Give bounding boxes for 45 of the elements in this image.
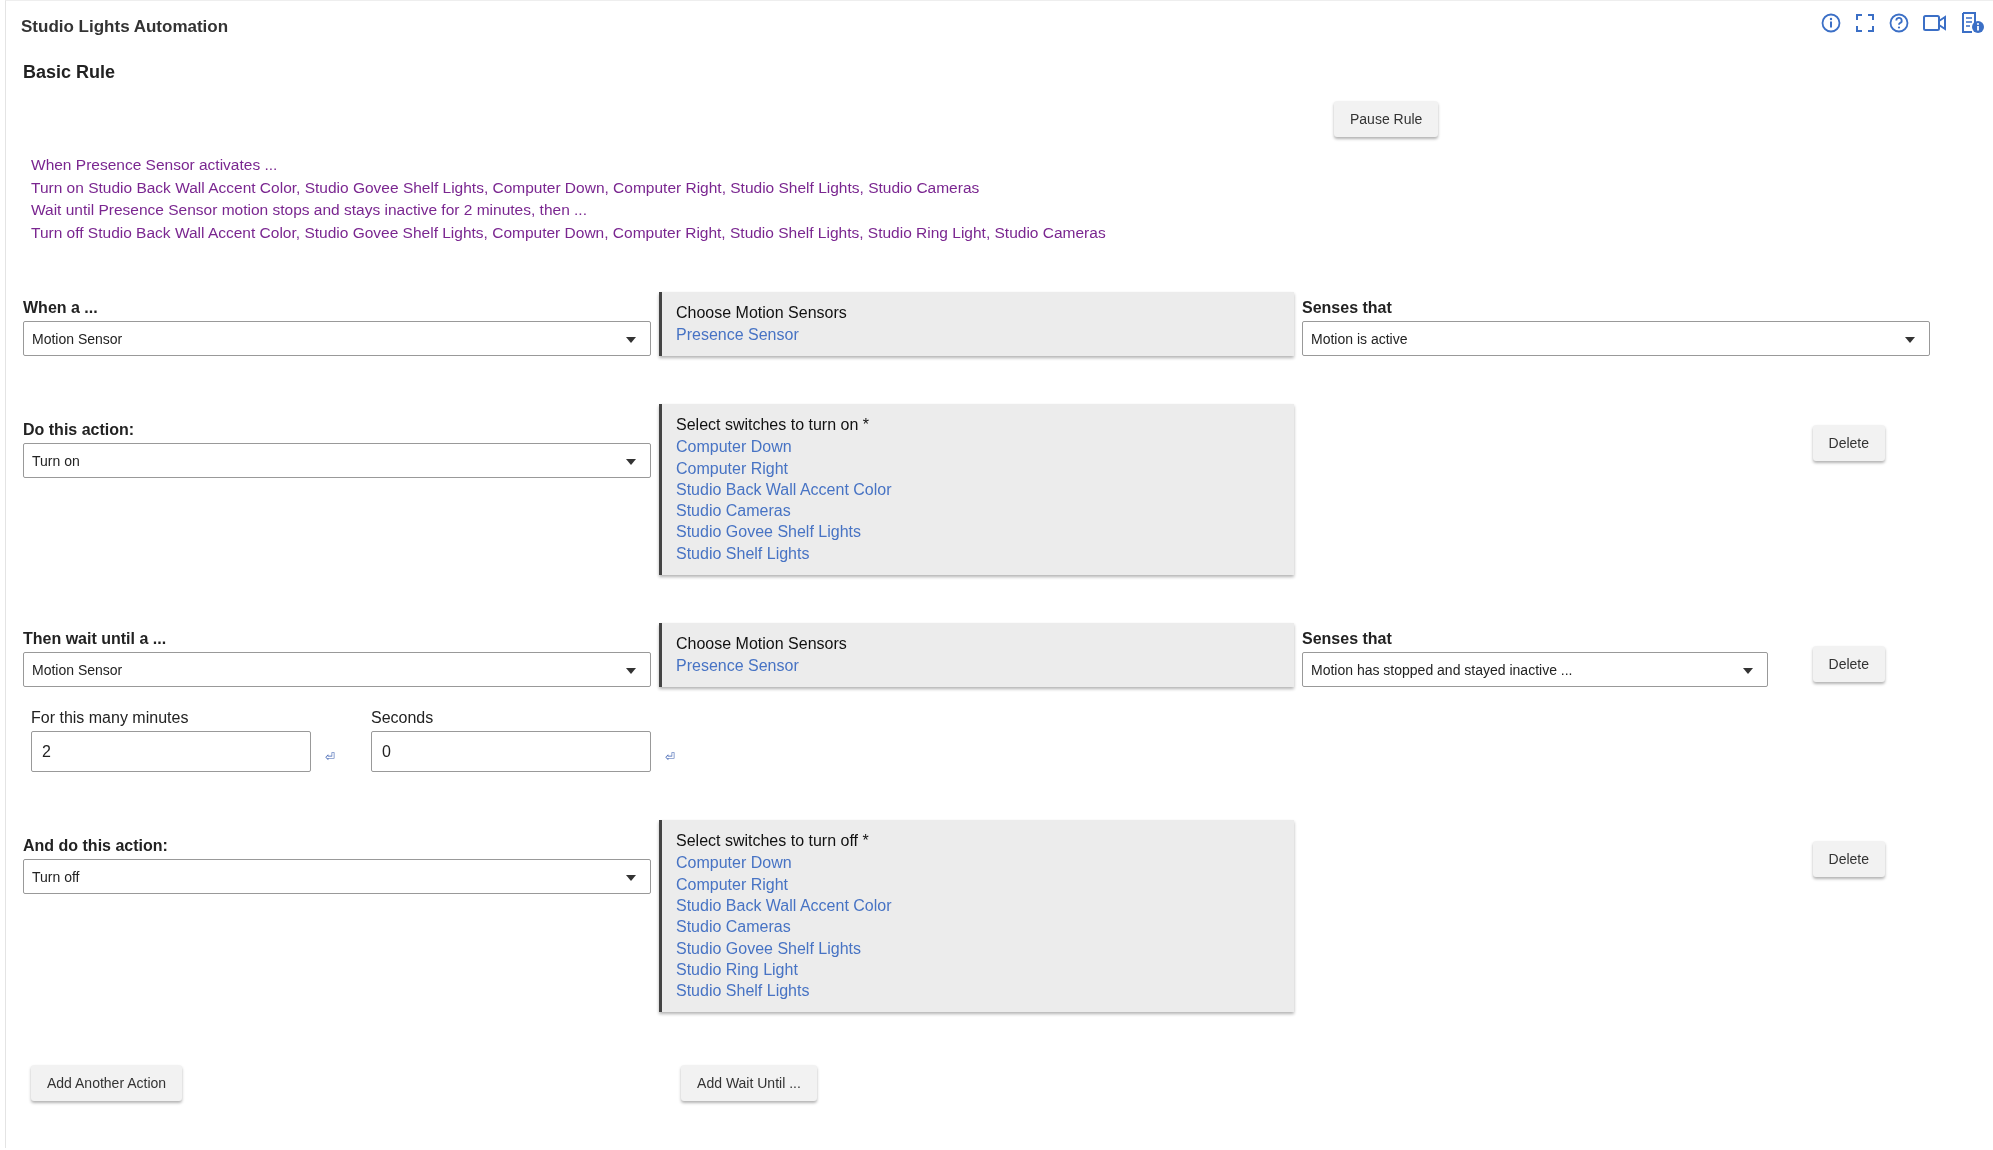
section-label: When a ...	[23, 299, 99, 317]
duration-input[interactable]: 2	[31, 731, 311, 773]
info-icon[interactable]	[1821, 13, 1841, 33]
enter-symbol: ⏎	[325, 749, 335, 764]
rule-summary-line: When Presence Sensor activates ...	[31, 155, 279, 175]
duration-label: For this many minutes	[31, 709, 190, 728]
device-picker[interactable]: Choose Motion Sensors Presence Sensor	[659, 292, 1294, 357]
caret-icon	[1743, 667, 1753, 674]
footer-button[interactable]: Add Another Action	[31, 1065, 183, 1102]
rule-summary-line: Wait until Presence Sensor motion stops and stays inactive for 2 minutes, then ...	[31, 200, 588, 220]
duration-input[interactable]: 0	[371, 731, 651, 773]
caret-icon	[626, 336, 636, 343]
delete-button[interactable]: Delete	[1812, 425, 1885, 462]
app-title: Studio Lights Automation	[21, 17, 229, 37]
senses-label: Senses that	[1302, 299, 1393, 317]
pause-rule-button[interactable]: Pause Rule	[1334, 101, 1439, 137]
dropdown-select[interactable]: Turn off	[23, 859, 651, 895]
dropdown-select[interactable]: Turn on	[23, 443, 651, 479]
senses-select[interactable]: Motion is active	[1302, 321, 1930, 356]
footer-button[interactable]: Add Wait Until ...	[681, 1065, 817, 1102]
caret-icon	[626, 458, 636, 465]
section-label: Do this action:	[23, 421, 136, 440]
dropdown-select[interactable]: Motion Sensor	[23, 652, 651, 688]
video-camera-icon[interactable]	[1923, 14, 1947, 32]
caret-icon	[626, 874, 636, 881]
dropdown-select[interactable]: Motion Sensor	[23, 321, 651, 356]
fullscreen-icon[interactable]	[1855, 13, 1875, 33]
delete-button[interactable]: Delete	[1812, 646, 1885, 683]
enter-symbol: ⏎	[665, 749, 675, 764]
device-picker[interactable]: Select switches to turn on * Computer Down Computer Right Studio Back Wall Accent Color Studio Cameras Studio Govee Shelf Lights Studio Shelf Lights	[659, 404, 1294, 576]
delete-button[interactable]: Delete	[1812, 841, 1885, 878]
duration-label: Seconds	[371, 709, 435, 728]
caret-icon	[626, 667, 636, 674]
rule-summary-line: Turn off Studio Back Wall Accent Color, Studio Govee Shelf Lights, Computer Down, Computer Right, Studio Shelf Lights, Studio Ring Light, Studio Cameras	[31, 222, 1107, 243]
rule-summary-line: Turn on Studio Back Wall Accent Color, Studio Govee Shelf Lights, Computer Down, Computer Right, Studio Shelf Lights, Studio Cameras	[31, 177, 981, 198]
help-icon[interactable]	[1889, 13, 1909, 33]
section-label: Then wait until a ...	[23, 630, 168, 649]
section-label: And do this action:	[23, 837, 169, 856]
device-picker[interactable]: Choose Motion Sensors Presence Sensor	[659, 623, 1294, 688]
document-info-icon[interactable]	[1961, 12, 1985, 34]
senses-label: Senses that	[1302, 630, 1393, 649]
device-picker[interactable]: Select switches to turn off * Computer Down Computer Right Studio Back Wall Accent Color Studio Cameras Studio Govee Shelf Lights Studio Ring Light Studio Shelf Lights	[659, 820, 1294, 1013]
rule-type-heading: Basic Rule	[23, 62, 117, 83]
caret-icon	[1905, 336, 1915, 343]
senses-select[interactable]: Motion has stopped and stayed inactive ...	[1302, 652, 1768, 688]
